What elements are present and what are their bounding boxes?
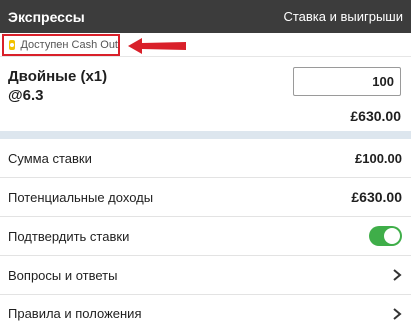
confirm-bets-row: Подтвердить ставки xyxy=(0,217,411,256)
stake-input[interactable] xyxy=(293,67,401,96)
betslip-summary: Сумма ставки £100.00 Потенциальные доход… xyxy=(0,139,411,332)
stake-and-winnings-label: Ставка и выигрыши xyxy=(283,9,403,24)
cashout-badge: Доступен Cash Out xyxy=(2,34,120,56)
cashout-row: Доступен Cash Out xyxy=(0,33,411,57)
bet-odds: @6.3 xyxy=(8,87,44,104)
faq-row[interactable]: Вопросы и ответы xyxy=(0,256,411,295)
cashout-label: Доступен Cash Out xyxy=(20,39,118,51)
bet-potential-return: £630.00 xyxy=(350,108,401,124)
terms-row[interactable]: Правила и положения xyxy=(0,295,411,332)
potential-income-row: Потенциальные доходы £630.00 xyxy=(0,178,411,217)
confirm-bets-toggle[interactable] xyxy=(369,226,402,246)
red-arrow-annotation-icon xyxy=(128,38,186,54)
stake-total-value: £100.00 xyxy=(355,150,402,166)
betslip-header: Экспрессы Ставка и выигрыши xyxy=(0,0,411,33)
chevron-right-icon xyxy=(393,269,402,281)
stake-total-row: Сумма ставки £100.00 xyxy=(0,139,411,178)
potential-income-label: Потенциальные доходы xyxy=(8,189,154,205)
potential-income-value: £630.00 xyxy=(351,189,402,205)
section-divider xyxy=(0,131,411,139)
toggle-knob xyxy=(384,228,400,244)
betslip-title: Экспрессы xyxy=(8,8,85,25)
bet-selection: Двойные (x1) @6.3 £630.00 xyxy=(0,58,411,130)
cashout-icon xyxy=(9,40,16,50)
stake-total-label: Сумма ставки xyxy=(8,150,92,166)
terms-label: Правила и положения xyxy=(8,306,142,321)
bet-type: Двойные (x1) xyxy=(8,68,108,85)
faq-label: Вопросы и ответы xyxy=(8,267,118,283)
confirm-bets-label: Подтвердить ставки xyxy=(8,228,130,244)
chevron-right-icon xyxy=(393,307,402,320)
